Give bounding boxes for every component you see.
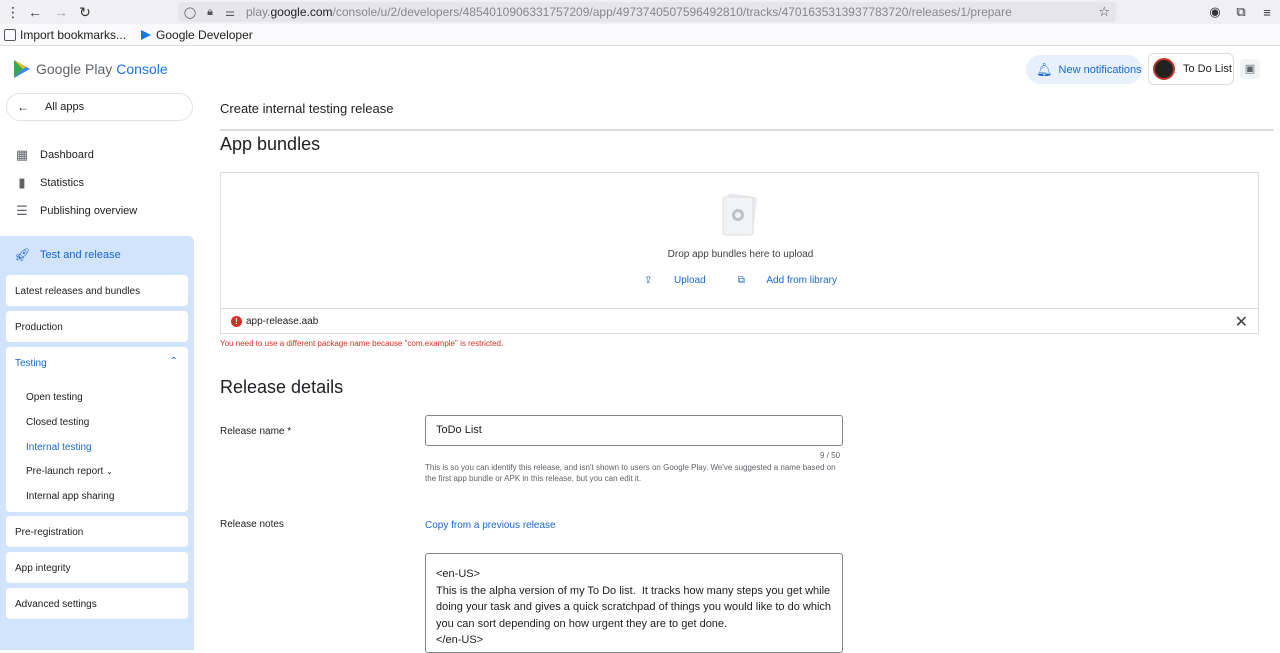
bookmark-label: Import bookmarks... bbox=[20, 27, 127, 42]
upload-button[interactable]: ⇪ Upload bbox=[636, 275, 714, 286]
help-icon[interactable]: ▣ bbox=[1240, 59, 1260, 79]
address-bar[interactable]: ◯ 🔒︎ ⚌ play.google.com/console/u/2/devel… bbox=[178, 2, 1116, 22]
bookmarks-bar: Import bookmarks... Google Developer bbox=[0, 24, 1280, 46]
reload-icon[interactable]: ↻ bbox=[72, 0, 98, 24]
all-apps-button[interactable]: ← All apps bbox=[6, 93, 193, 121]
google-developer-icon bbox=[141, 29, 152, 40]
app-bundles-heading: App bundles bbox=[220, 134, 321, 154]
extensions-icon[interactable]: ⧉ bbox=[1228, 4, 1254, 20]
sidebar-item-label: Dashboard bbox=[40, 149, 94, 161]
title-divider bbox=[220, 129, 1274, 131]
release-details-heading: Release details bbox=[220, 377, 344, 397]
sidebar-item-app-integrity[interactable]: App integrity bbox=[6, 552, 188, 583]
sidebar-item-test-and-release[interactable]: 🚀︎ Test and release bbox=[0, 236, 194, 274]
sidebar-subitem-closed-testing[interactable]: Closed testing bbox=[26, 417, 89, 428]
app-header: Google Play Console 🔔︎ New notifications… bbox=[0, 46, 1280, 92]
page-title: Create internal testing release bbox=[220, 101, 394, 116]
file-name: app-release.aab bbox=[246, 315, 319, 327]
bell-icon: 🔔︎ bbox=[1036, 61, 1053, 77]
notifications-label: New notifications bbox=[1058, 63, 1142, 76]
error-icon: ! bbox=[231, 315, 242, 327]
sidebar-item-testing[interactable]: Testing ⌃ Open testing Closed testing In… bbox=[6, 347, 188, 512]
sidebar-item-label: Production bbox=[15, 322, 63, 333]
permissions-icon: ⚌ bbox=[225, 6, 235, 19]
publish-icon: ☰ bbox=[16, 203, 28, 218]
release-name-hint: This is so you can identify this release… bbox=[425, 463, 836, 483]
test-and-release-section: 🚀︎ Test and release Latest releases and … bbox=[0, 236, 194, 650]
add-from-library-button[interactable]: ⧉ Add from library bbox=[730, 275, 845, 286]
sidebar-subitem-pre-launch-report[interactable]: Pre-launch report ⌄ bbox=[26, 466, 113, 477]
account-label: To Do List bbox=[1183, 63, 1232, 75]
sidebar-item-label: Statistics bbox=[40, 177, 85, 189]
play-console-logo[interactable]: Google Play Console bbox=[14, 60, 168, 78]
sidebar-item-publishing-overview[interactable]: ☰ Publishing overview bbox=[0, 197, 200, 225]
brand-text: Google Play bbox=[36, 61, 113, 77]
chevron-up-icon[interactable]: ⌃ bbox=[170, 356, 178, 367]
sidebar-item-advanced-settings[interactable]: Advanced settings bbox=[6, 588, 188, 619]
account-icon[interactable]: ◉ bbox=[1202, 4, 1228, 20]
release-name-value: ToDo List bbox=[436, 424, 482, 436]
bookmark-import[interactable]: Import bookmarks... bbox=[4, 28, 126, 42]
lock-icon: 🔒︎ bbox=[207, 5, 213, 18]
dashboard-icon: ▦ bbox=[15, 147, 29, 162]
new-notifications-button[interactable]: 🔔︎ New notifications bbox=[1026, 55, 1142, 84]
back-icon[interactable]: ← bbox=[22, 0, 48, 24]
library-label: Add from library bbox=[766, 275, 837, 286]
rocket-icon: 🚀︎ bbox=[14, 247, 31, 262]
import-icon bbox=[4, 28, 16, 41]
upload-icon: ⇪ bbox=[644, 275, 653, 286]
sidebar-item-label: Pre-launch report bbox=[26, 466, 104, 477]
drop-instructions: Drop app bundles here to upload bbox=[667, 249, 814, 260]
url-text: play.google.com/console/u/2/developers/4… bbox=[246, 5, 1012, 19]
sidebar-item-statistics[interactable]: ▮ Statistics bbox=[0, 169, 200, 197]
sidebar-item-label: Pre-registration bbox=[15, 527, 84, 538]
section-label: Test and release bbox=[40, 249, 121, 261]
sidebar-subitem-internal-app-sharing[interactable]: Internal app sharing bbox=[26, 491, 114, 502]
close-icon[interactable]: ✕ bbox=[1235, 312, 1248, 332]
forward-icon[interactable]: → bbox=[48, 0, 74, 24]
bookmark-google-developer[interactable]: Google Developer bbox=[140, 28, 253, 42]
bar-chart-icon: ▮ bbox=[18, 175, 26, 190]
bookmark-star-icon[interactable]: ☆ bbox=[1098, 4, 1110, 20]
sidebar-item-latest-releases[interactable]: Latest releases and bundles bbox=[6, 275, 188, 306]
avatar bbox=[1153, 58, 1175, 80]
release-name-label: Release name * bbox=[220, 426, 292, 437]
character-counter: 9 / 50 bbox=[820, 451, 841, 460]
sidebar-item-label: Advanced settings bbox=[15, 599, 97, 610]
release-notes-label: Release notes bbox=[220, 519, 284, 530]
sidebar: ← All apps ▦ Dashboard ▮ Statistics ☰ Pu… bbox=[0, 92, 200, 650]
shield-icon: ◯ bbox=[183, 6, 197, 19]
sidebar-item-label: App integrity bbox=[15, 563, 71, 574]
copy-from-previous-release-link[interactable]: Copy from a previous release bbox=[425, 520, 556, 531]
account-button[interactable]: To Do List bbox=[1148, 53, 1234, 85]
arrow-left-icon: ← bbox=[17, 100, 29, 114]
uploaded-file-row: ! app-release.aab ✕ bbox=[220, 308, 1259, 334]
sidebar-item-label: Latest releases and bundles bbox=[15, 286, 141, 297]
google-play-icon bbox=[14, 60, 30, 78]
upload-label: Upload bbox=[673, 275, 706, 286]
library-icon: ⧉ bbox=[737, 275, 745, 286]
sidebar-item-pre-registration[interactable]: Pre-registration bbox=[6, 516, 188, 547]
brand-suffix: Console bbox=[116, 61, 168, 77]
bookmark-label: Google Developer bbox=[156, 27, 253, 42]
menu-icon[interactable]: ≡ bbox=[1254, 5, 1280, 20]
release-name-input[interactable]: ToDo List bbox=[425, 415, 843, 446]
all-apps-label: All apps bbox=[45, 101, 85, 113]
release-notes-textarea[interactable]: <en-US> This is the alpha version of my … bbox=[425, 553, 843, 653]
browser-toolbar: ⋮ ← → ↻ ◯ 🔒︎ ⚌ play.google.com/console/u… bbox=[0, 0, 1280, 24]
sidebar-item-dashboard[interactable]: ▦ Dashboard bbox=[0, 141, 200, 169]
chevron-down-icon: ⌄ bbox=[106, 467, 113, 476]
bundle-dropzone[interactable]: Drop app bundles here to upload ⇪ Upload… bbox=[220, 172, 1259, 309]
main-content: Create internal testing release App bund… bbox=[200, 92, 1280, 653]
sidebar-subitem-internal-testing[interactable]: Internal testing bbox=[26, 442, 92, 453]
sidebar-item-production[interactable]: Production bbox=[6, 311, 188, 342]
error-message: You need to use a different package name… bbox=[220, 339, 504, 348]
sidebar-item-label: Testing bbox=[15, 358, 47, 369]
app-bundle-icon bbox=[722, 193, 758, 236]
sidebar-item-label: Publishing overview bbox=[40, 205, 138, 217]
sidebar-subitem-open-testing[interactable]: Open testing bbox=[26, 392, 83, 403]
